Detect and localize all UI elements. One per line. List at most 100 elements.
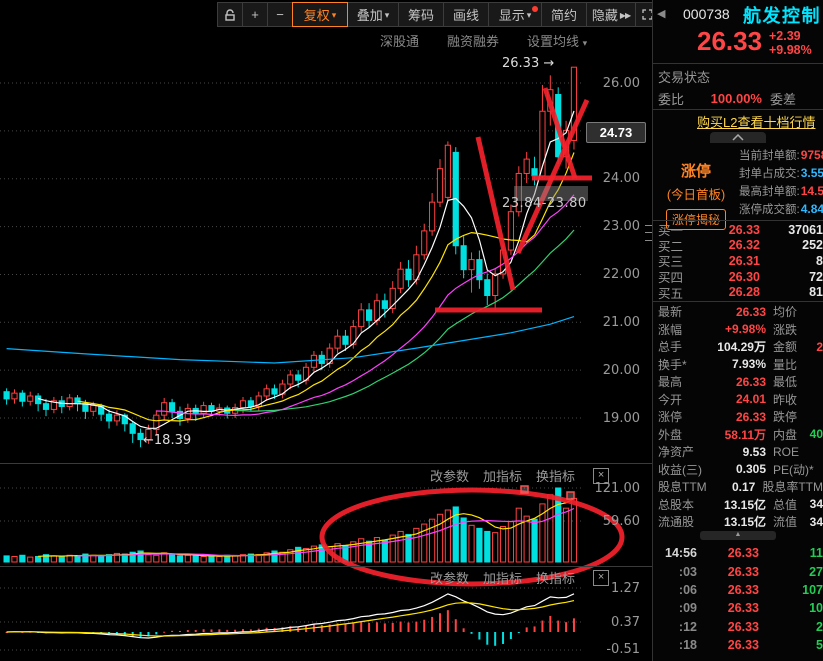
tick-row: :06 26.33 107 [678, 582, 823, 597]
simple-mode-button[interactable]: 简约 [541, 2, 587, 27]
limit-turnover-label: 涨停成交额: [739, 204, 800, 216]
max-seal-value: 14.5 [800, 184, 823, 198]
price-axis-label: 26.00 [602, 76, 640, 91]
volume-axis-label: 121.00 [594, 481, 641, 496]
detail-row: 最新 26.33 均价 [658, 304, 798, 320]
detail-row: 涨停 26.33 跌停 [658, 409, 798, 425]
lock-icon[interactable] [217, 2, 243, 27]
collapse-handle[interactable]: ▲ [700, 531, 776, 540]
limit-up-badge: 涨停 (今日首板) 涨停揭秘 [653, 146, 739, 230]
tick-row: :12 26.33 2 [678, 619, 823, 634]
display-button[interactable]: 显示 ▾ [488, 2, 542, 27]
switch-indicator-button[interactable]: 换指标 [536, 466, 575, 485]
price-marker-tag: 24.73 [586, 122, 646, 143]
change-percent: +9.98% [769, 43, 812, 57]
switch-indicator-button[interactable]: 换指标 [536, 568, 575, 587]
margin-trading-label[interactable]: 融资融券 [447, 31, 499, 50]
overlay-button[interactable]: 叠加 ▾ [347, 2, 399, 27]
limit-up-label: 涨停 [680, 163, 711, 180]
high-price-annotation: 26.33 → [502, 56, 555, 71]
tick-row: 14:56 26.33 11 [665, 546, 823, 561]
detail-row: 今开 24.01 昨收 [658, 392, 798, 407]
shenzhen-connect-label[interactable]: 深股通 [380, 31, 419, 50]
add-indicator-button[interactable]: 加指标 [483, 466, 522, 485]
macd-axis-label: 0.37 [611, 615, 640, 630]
last-price: 26.33 [697, 26, 763, 56]
max-seal-label: 最高封单额: [739, 186, 800, 198]
trade-status-row: 交易状态 [653, 66, 823, 86]
quote-panel: ◀ 000738 航发控制 26.33 +2.39 +9.98% 交易状态 委比… [652, 0, 823, 661]
detail-row: 外盘 58.11万 内盘 40 [658, 427, 823, 442]
quote-details: 最新 26.33 均价 涨幅 +9.98% 涨跌 总手 104.29万 金额 2 换手* 7.9… [653, 303, 823, 531]
arrow-right-icon: → [543, 56, 555, 71]
tick-row: :09 26.33 10 [678, 601, 823, 616]
candlestick-chart-canvas[interactable] [0, 0, 652, 661]
price-axis-label: 24.00 [602, 171, 640, 186]
macd-pane-menu: 改参数 加指标 换指标 × [430, 568, 610, 587]
volume-pane-menu: 改参数 加指标 换指标 × [430, 466, 610, 485]
collapse-section-button[interactable] [710, 132, 766, 143]
arrow-left-icon: ← [143, 433, 154, 448]
pane-divider[interactable] [0, 463, 652, 464]
change-params-button[interactable]: 改参数 [430, 568, 469, 587]
detail-row: 总股本 13.15亿 总值 34 [658, 497, 823, 512]
ma-settings-menu[interactable]: 设置均线 ▾ [527, 31, 587, 50]
macd-axis-label: 1.27 [611, 581, 640, 596]
gap-price-annotation: 23.84-23.80 [502, 196, 587, 211]
weibi-row: 委比 100.00% 委差 [653, 88, 823, 108]
price-axis-label: 20.00 [602, 363, 640, 378]
chart-sub-toolbar: 深股通 融资融券 设置均线 ▾ [380, 31, 587, 50]
notification-dot [532, 6, 538, 12]
first-board-label: (今日首板) [666, 188, 726, 202]
l2-quotes-link[interactable]: 购买L2查看十档行情 [697, 112, 815, 131]
macd-axis-label: -0.51 [606, 642, 640, 657]
volume-axis-label: 59.60 [602, 514, 640, 529]
zoom-in-button[interactable]: + [242, 2, 268, 27]
caret-down-icon: ▾ [331, 10, 337, 20]
price-axis-label: 19.00 [602, 411, 640, 426]
stock-app-window: + − 复权 ▾ 叠加 ▾ 筹码 画线 显示 ▾ 简约 隐藏 ▶▶ 深股通 融资融券 设… [0, 0, 823, 661]
seal-amount-label: 当前封单额: [739, 150, 800, 162]
seal-ratio-label: 封单占成交: [739, 168, 800, 180]
limit-turnover-value: 4.84 [800, 202, 823, 216]
bid-row[interactable]: 买五 26.28 81 [653, 284, 823, 301]
adjust-price-button[interactable]: 复权 ▾ [292, 2, 348, 27]
triangle-up-icon: ▲ [734, 531, 742, 538]
seal-ratio-value: 3.55 [800, 166, 823, 180]
detail-row: 总手 104.29万 金额 2 [658, 339, 823, 355]
tick-row: :03 26.33 27 [678, 564, 823, 579]
zoom-out-button[interactable]: − [267, 2, 293, 27]
detail-row: 净资产 9.53 ROE [658, 444, 800, 460]
price-axis-label: 21.00 [602, 315, 640, 330]
weibi-value: 100.00% [710, 90, 762, 106]
chips-button[interactable]: 筹码 [398, 2, 444, 27]
detail-row: 流通股 13.15亿 流值 34 [658, 514, 823, 530]
pane-divider[interactable] [0, 566, 652, 567]
detail-row: 股息TTM 0.17 股息率TTM [658, 479, 823, 495]
detail-row: 涨幅 +9.98% 涨跌 [658, 322, 798, 337]
seal-amount-value: 9758 [800, 148, 823, 162]
low-price-annotation: ←18.39 [143, 433, 192, 448]
detail-row: 最高 26.33 最低 [658, 374, 798, 390]
change-value: +2.39 [769, 29, 801, 43]
stock-name: 航发控制 [743, 6, 821, 26]
price-axis-label: 22.00 [602, 267, 640, 282]
price-change: +2.39 +9.98% [769, 29, 812, 57]
caret-down-icon: ▾ [526, 10, 532, 20]
bid-queue: 买一 26.33 37061 买二 26.32 252 买三 26.31 8 买四 26.30… [653, 222, 823, 301]
price-axis-label: 23.00 [602, 219, 640, 234]
chart-toolbar: + − 复权 ▾ 叠加 ▾ 筹码 画线 显示 ▾ 简约 隐藏 ▶▶ [217, 2, 659, 27]
back-arrow-icon[interactable]: ◀ [657, 7, 665, 20]
trade-status-label: 交易状态 [658, 69, 711, 85]
hide-button[interactable]: 隐藏 ▶▶ [586, 2, 636, 27]
caret-down-icon: ▾ [582, 38, 588, 48]
tick-list: 14:56 26.33 11 :03 26.33 27 :06 26.33 107 :09 2… [653, 544, 823, 654]
detail-row: 换手* 7.93% 量比 [658, 357, 798, 372]
add-indicator-button[interactable]: 加指标 [483, 568, 522, 587]
change-params-button[interactable]: 改参数 [430, 466, 469, 485]
tick-row: :18 26.33 5 [678, 638, 823, 653]
panel-splitter-handle[interactable] [645, 222, 652, 244]
draw-line-button[interactable]: 画线 [443, 2, 489, 27]
double-right-icon: ▶▶ [619, 10, 631, 20]
stock-code: 000738 [683, 6, 730, 22]
